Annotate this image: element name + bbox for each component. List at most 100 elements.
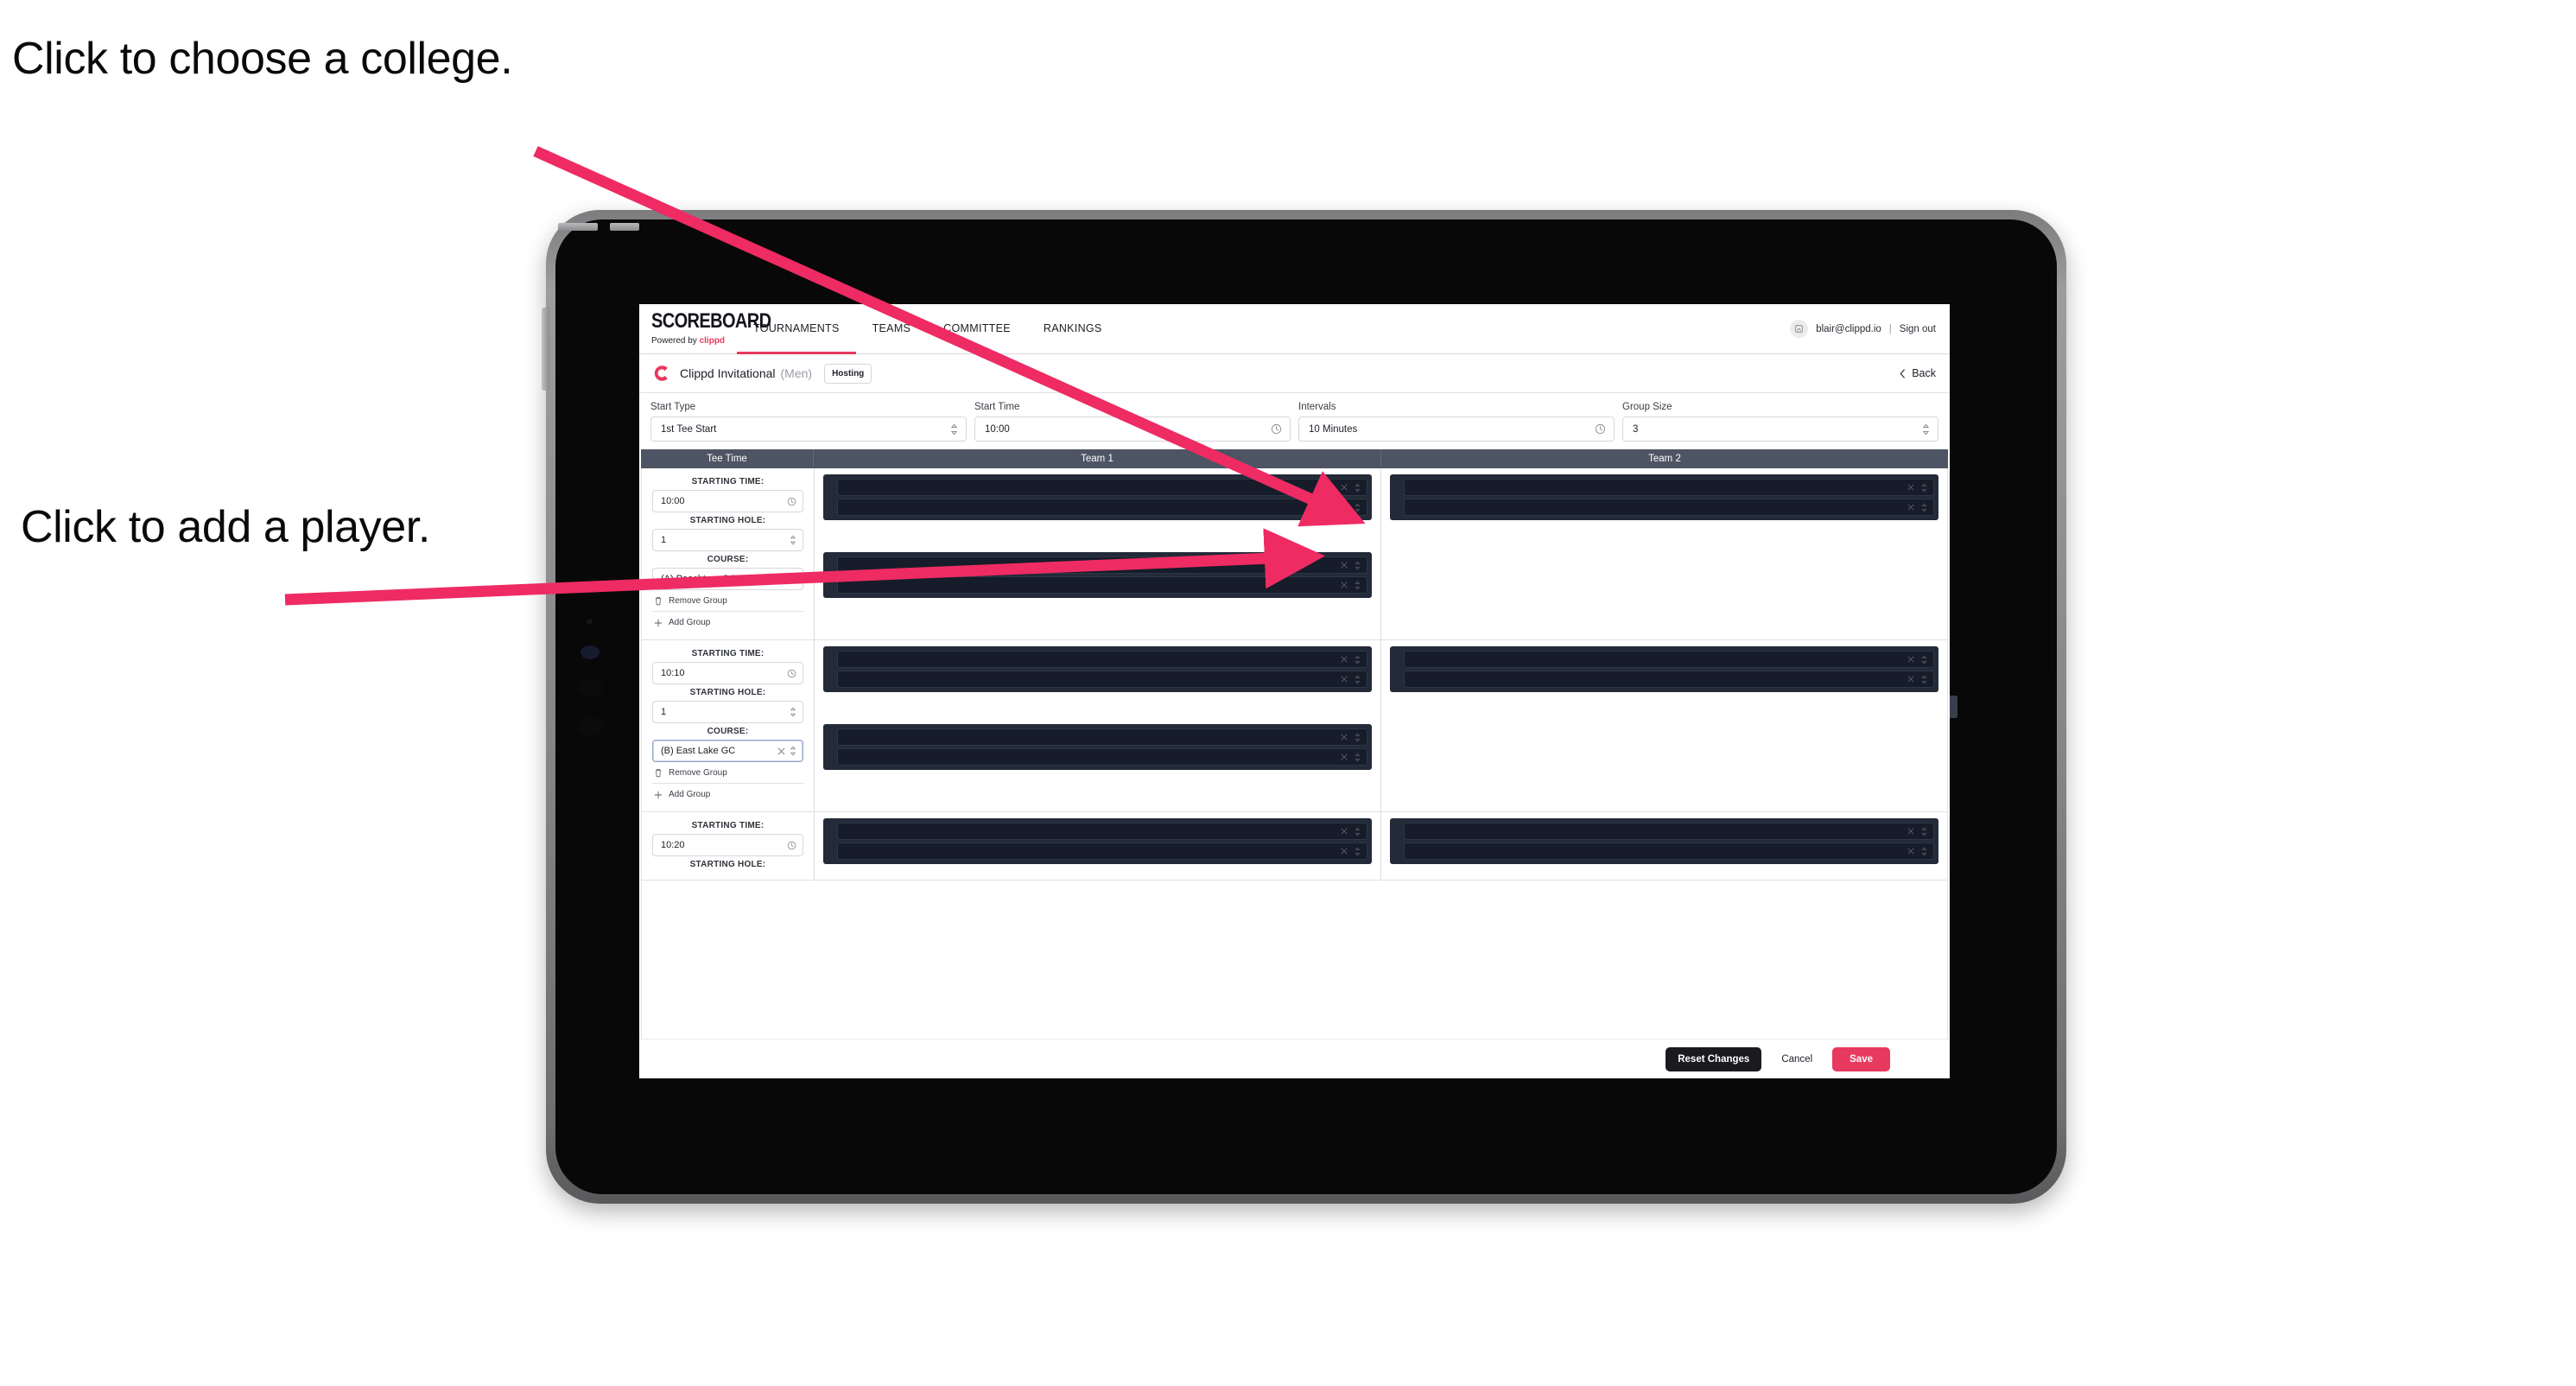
course-select[interactable]: (B) East Lake GC xyxy=(652,740,803,762)
close-x-icon[interactable] xyxy=(1907,828,1914,835)
tee-sheet-table-body[interactable]: STARTING TIME: 10:00 STARTING HOLE: 1 CO… xyxy=(641,468,1948,1039)
stepper-icon[interactable] xyxy=(1355,752,1361,762)
close-x-icon[interactable] xyxy=(1907,676,1914,683)
close-x-icon[interactable] xyxy=(777,575,785,583)
stepper-icon[interactable] xyxy=(790,707,796,717)
group-size-stepper[interactable]: 3 xyxy=(1622,416,1938,442)
stepper-icon[interactable] xyxy=(790,746,796,756)
intervals-value: 10 Minutes xyxy=(1309,423,1358,435)
stepper-icon[interactable] xyxy=(1921,846,1927,856)
clock-icon[interactable] xyxy=(787,841,796,850)
brand-logo[interactable]: SCOREBOARD Powered by clippd xyxy=(639,304,771,353)
start-time-input[interactable]: 10:00 xyxy=(974,416,1291,442)
player-pod xyxy=(1390,474,1938,520)
stepper-icon[interactable] xyxy=(1921,674,1927,684)
close-x-icon[interactable] xyxy=(1341,828,1348,835)
start-type-select[interactable]: 1st Tee Start xyxy=(650,416,967,442)
close-x-icon[interactable] xyxy=(1341,656,1348,663)
stepper-icon[interactable] xyxy=(1355,846,1361,856)
close-x-icon[interactable] xyxy=(1341,753,1348,760)
clock-icon[interactable] xyxy=(787,669,796,678)
clock-icon[interactable] xyxy=(1595,423,1606,435)
stepper-icon[interactable] xyxy=(1355,580,1361,590)
starting-hole-stepper[interactable]: 1 xyxy=(652,529,803,551)
stepper-icon[interactable] xyxy=(1921,482,1927,493)
stepper-icon[interactable] xyxy=(1355,560,1361,570)
stepper-icon[interactable] xyxy=(1355,654,1361,664)
stepper-icon[interactable] xyxy=(1921,502,1927,512)
remove-group-label: Remove Group xyxy=(669,596,727,606)
player-slot[interactable] xyxy=(837,576,1367,594)
reset-changes-button[interactable]: Reset Changes xyxy=(1666,1046,1762,1071)
close-x-icon[interactable] xyxy=(1341,484,1348,491)
close-x-icon[interactable] xyxy=(1341,562,1348,569)
starting-time-input[interactable]: 10:10 xyxy=(652,662,803,684)
player-pod xyxy=(1390,818,1938,864)
stepper-icon[interactable] xyxy=(1921,826,1927,836)
starting-time-input[interactable]: 10:00 xyxy=(652,490,803,512)
intervals-input[interactable]: 10 Minutes xyxy=(1298,416,1615,442)
clock-icon[interactable] xyxy=(787,497,796,506)
nav-tab-teams[interactable]: TEAMS xyxy=(856,304,928,354)
player-slot[interactable] xyxy=(837,671,1367,688)
stepper-icon[interactable] xyxy=(1355,502,1361,512)
player-slot[interactable] xyxy=(837,823,1367,840)
stepper-icon[interactable] xyxy=(950,423,958,436)
player-slot[interactable] xyxy=(837,842,1367,860)
stepper-icon[interactable] xyxy=(1922,423,1930,436)
close-x-icon[interactable] xyxy=(1907,848,1914,855)
sign-out-link[interactable]: Sign out xyxy=(1900,324,1936,334)
starting-hole-value: 1 xyxy=(661,535,667,545)
player-slot[interactable] xyxy=(1404,499,1934,516)
stepper-icon[interactable] xyxy=(1355,732,1361,742)
starting-hole-stepper[interactable]: 1 xyxy=(652,701,803,723)
stepper-icon[interactable] xyxy=(790,535,796,545)
course-select[interactable]: (A) Peachtree GC xyxy=(652,568,803,590)
remove-group-button[interactable]: Remove Group xyxy=(652,762,803,783)
close-x-icon[interactable] xyxy=(1341,582,1348,588)
remove-group-button[interactable]: Remove Group xyxy=(652,590,803,611)
stepper-icon[interactable] xyxy=(790,574,796,584)
add-group-button[interactable]: Add Group xyxy=(652,611,803,633)
close-x-icon[interactable] xyxy=(1907,504,1914,511)
starting-time-input[interactable]: 10:20 xyxy=(652,834,803,856)
add-group-button[interactable]: Add Group xyxy=(652,783,803,804)
player-slot[interactable] xyxy=(837,479,1367,496)
save-button[interactable]: Save xyxy=(1832,1046,1890,1071)
stepper-icon[interactable] xyxy=(1355,674,1361,684)
player-slot[interactable] xyxy=(1404,479,1934,496)
stepper-icon[interactable] xyxy=(1921,654,1927,664)
back-button[interactable]: Back xyxy=(1899,367,1936,379)
player-slot[interactable] xyxy=(1404,671,1934,688)
tournament-header-bar: Clippd Invitational (Men) Hosting Back xyxy=(639,354,1950,393)
close-x-icon[interactable] xyxy=(1341,848,1348,855)
stepper-icon[interactable] xyxy=(1355,482,1361,493)
nav-tab-rankings[interactable]: RANKINGS xyxy=(1027,304,1119,354)
player-slot[interactable] xyxy=(837,556,1367,574)
clock-icon[interactable] xyxy=(1271,423,1282,435)
group-size-value: 3 xyxy=(1633,423,1639,435)
close-x-icon[interactable] xyxy=(1907,656,1914,663)
close-x-icon[interactable] xyxy=(1907,484,1914,491)
player-slot[interactable] xyxy=(837,728,1367,746)
hosting-badge[interactable]: Hosting xyxy=(824,363,872,384)
cancel-button[interactable]: Cancel xyxy=(1773,1047,1821,1071)
trash-icon xyxy=(654,768,663,778)
close-x-icon[interactable] xyxy=(1341,504,1348,511)
nav-tab-committee[interactable]: COMMITTEE xyxy=(927,304,1027,354)
player-slot[interactable] xyxy=(1404,842,1934,860)
close-x-icon[interactable] xyxy=(777,747,785,755)
player-slot[interactable] xyxy=(837,651,1367,668)
player-slot[interactable] xyxy=(837,499,1367,516)
player-slot[interactable] xyxy=(837,748,1367,766)
close-x-icon[interactable] xyxy=(1341,734,1348,741)
player-slot[interactable] xyxy=(1404,651,1934,668)
close-x-icon[interactable] xyxy=(1341,676,1348,683)
top-navigation-bar: SCOREBOARD Powered by clippd TOURNAMENTS… xyxy=(639,304,1950,354)
tournament-gender: (Men) xyxy=(780,366,813,380)
stepper-icon[interactable] xyxy=(1355,826,1361,836)
user-icon[interactable] xyxy=(1790,320,1809,338)
screenshot-canvas: Click to choose a college. Click to add … xyxy=(0,0,2576,1386)
player-slot[interactable] xyxy=(1404,823,1934,840)
starting-hole-label: STARTING HOLE: xyxy=(689,860,766,869)
